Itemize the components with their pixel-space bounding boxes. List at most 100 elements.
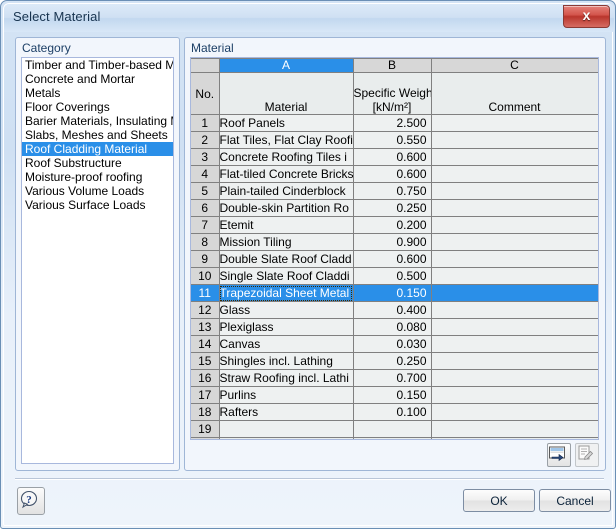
- specific-weight-cell[interactable]: 0.550: [353, 131, 432, 149]
- specific-weight-cell[interactable]: 0.250: [353, 352, 432, 370]
- row-number-cell[interactable]: 15: [191, 352, 220, 370]
- specific-weight-cell[interactable]: 2.500: [353, 114, 432, 132]
- material-name-cell[interactable]: Rafters: [219, 403, 354, 421]
- category-list-item[interactable]: Floor Coverings: [22, 100, 173, 114]
- comment-cell[interactable]: [431, 335, 598, 353]
- table-row[interactable]: 2 Flat Tiles, Flat Clay Roofi 0.550: [191, 131, 598, 149]
- row-number-cell[interactable]: 8: [191, 233, 220, 251]
- material-name-cell[interactable]: Plain-tailed Cinderblock: [219, 182, 354, 200]
- material-name-cell[interactable]: Concrete Roofing Tiles i: [219, 148, 354, 166]
- specific-weight-cell[interactable]: 0.900: [353, 233, 432, 251]
- specific-weight-cell[interactable]: 0.100: [353, 403, 432, 421]
- table-row[interactable]: 19: [191, 420, 598, 438]
- row-number-cell[interactable]: 1: [191, 114, 220, 132]
- comment-cell[interactable]: [431, 369, 598, 387]
- row-number-cell[interactable]: 18: [191, 403, 220, 421]
- material-name-cell[interactable]: Purlins: [219, 386, 354, 404]
- specific-weight-cell[interactable]: 0.750: [353, 182, 432, 200]
- close-button[interactable]: x: [563, 5, 610, 28]
- table-row[interactable]: 11 Trapezoidal Sheet Metal 0.150: [191, 284, 598, 302]
- comment-cell[interactable]: [431, 386, 598, 404]
- material-name-cell[interactable]: Double Slate Roof Cladd: [219, 250, 354, 268]
- material-name-cell[interactable]: Etemit: [219, 216, 354, 234]
- table-row[interactable]: 10 Single Slate Roof Claddi 0.500: [191, 267, 598, 285]
- specific-weight-cell[interactable]: 0.080: [353, 318, 432, 336]
- comment-cell[interactable]: [431, 148, 598, 166]
- row-number-cell[interactable]: 16: [191, 369, 220, 387]
- column-letter-a[interactable]: A: [219, 58, 354, 73]
- category-list-item[interactable]: Various Volume Loads: [22, 184, 173, 198]
- material-name-cell[interactable]: Single Slate Roof Claddi: [219, 267, 354, 285]
- specific-weight-cell[interactable]: 0.500: [353, 267, 432, 285]
- row-number-cell[interactable]: 7: [191, 216, 220, 234]
- comment-cell[interactable]: [431, 114, 598, 132]
- row-number-cell[interactable]: 4: [191, 165, 220, 183]
- category-list-item[interactable]: Roof Substructure: [22, 156, 173, 170]
- table-row[interactable]: 8 Mission Tiling 0.900: [191, 233, 598, 251]
- specific-weight-cell[interactable]: 0.600: [353, 250, 432, 268]
- comment-cell[interactable]: [431, 199, 598, 217]
- row-number-cell[interactable]: 3: [191, 148, 220, 166]
- comment-cell[interactable]: [431, 250, 598, 268]
- row-number-cell[interactable]: 9: [191, 250, 220, 268]
- category-list-item[interactable]: Various Surface Loads: [22, 198, 173, 212]
- comment-cell[interactable]: [431, 284, 598, 302]
- row-number-cell[interactable]: 19: [191, 420, 220, 438]
- material-name-cell[interactable]: Roof Panels: [219, 114, 354, 132]
- comment-cell[interactable]: [431, 165, 598, 183]
- row-number-cell[interactable]: 14: [191, 335, 220, 353]
- specific-weight-cell[interactable]: 0.600: [353, 148, 432, 166]
- table-row[interactable]: 14 Canvas 0.030: [191, 335, 598, 353]
- row-number-cell[interactable]: 10: [191, 267, 220, 285]
- table-row[interactable]: 13 Plexiglass 0.080: [191, 318, 598, 336]
- material-name-cell[interactable]: Canvas: [219, 335, 354, 353]
- table-row[interactable]: 12 Glass 0.400: [191, 301, 598, 319]
- import-table-icon-button[interactable]: [547, 443, 571, 467]
- category-list-item[interactable]: Roof Cladding Material: [22, 142, 173, 156]
- row-number-cell[interactable]: 12: [191, 301, 220, 319]
- table-row[interactable]: 1 Roof Panels 2.500: [191, 114, 598, 132]
- material-name-cell[interactable]: Double-skin Partition Ro: [219, 199, 354, 217]
- specific-weight-cell[interactable]: 0.150: [353, 284, 432, 302]
- table-row[interactable]: 9 Double Slate Roof Cladd 0.600: [191, 250, 598, 268]
- specific-weight-cell[interactable]: 0.030: [353, 335, 432, 353]
- row-number-cell[interactable]: 11: [191, 284, 220, 302]
- row-number-cell[interactable]: 5: [191, 182, 220, 200]
- specific-weight-cell[interactable]: 0.150: [353, 386, 432, 404]
- comment-cell[interactable]: [431, 403, 598, 421]
- row-number-cell[interactable]: 2: [191, 131, 220, 149]
- category-list-item[interactable]: Slabs, Meshes and Sheets: [22, 128, 173, 142]
- comment-cell[interactable]: [431, 352, 598, 370]
- specific-weight-cell[interactable]: 0.700: [353, 369, 432, 387]
- row-number-cell[interactable]: 13: [191, 318, 220, 336]
- comment-cell[interactable]: [431, 420, 598, 438]
- row-number-cell[interactable]: 17: [191, 386, 220, 404]
- material-name-cell[interactable]: Mission Tiling: [219, 233, 354, 251]
- category-list-item[interactable]: Metals: [22, 86, 173, 100]
- material-table-container[interactable]: A B C No. Material Specific Weight [kN/m…: [190, 57, 599, 440]
- category-list-item[interactable]: Concrete and Mortar: [22, 72, 173, 86]
- comment-cell[interactable]: [431, 216, 598, 234]
- category-list-item[interactable]: Moisture-proof roofing: [22, 170, 173, 184]
- table-row[interactable]: 18 Rafters 0.100: [191, 403, 598, 421]
- column-letter-b[interactable]: B: [353, 58, 432, 73]
- cancel-button[interactable]: Cancel: [539, 489, 611, 512]
- category-list-item[interactable]: Barier Materials, Insulating Mate: [22, 114, 173, 128]
- specific-weight-cell[interactable]: 0.250: [353, 199, 432, 217]
- material-name-cell[interactable]: Straw Roofing incl. Lathi: [219, 369, 354, 387]
- category-listbox[interactable]: Timber and Timber-based MaterConcrete an…: [21, 57, 174, 464]
- material-name-cell[interactable]: [219, 420, 354, 438]
- material-name-cell[interactable]: Shingles incl. Lathing: [219, 352, 354, 370]
- table-row[interactable]: 7 Etemit 0.200: [191, 216, 598, 234]
- comment-cell[interactable]: [431, 318, 598, 336]
- material-name-cell[interactable]: Trapezoidal Sheet Metal: [219, 284, 354, 302]
- comment-cell[interactable]: [431, 131, 598, 149]
- table-row[interactable]: 15 Shingles incl. Lathing 0.250: [191, 352, 598, 370]
- comment-cell[interactable]: [431, 301, 598, 319]
- material-name-cell[interactable]: Glass: [219, 301, 354, 319]
- table-row[interactable]: 17 Purlins 0.150: [191, 386, 598, 404]
- table-row[interactable]: 3 Concrete Roofing Tiles i 0.600: [191, 148, 598, 166]
- material-name-cell[interactable]: Plexiglass: [219, 318, 354, 336]
- specific-weight-cell[interactable]: 0.200: [353, 216, 432, 234]
- column-letter-c[interactable]: C: [431, 58, 598, 73]
